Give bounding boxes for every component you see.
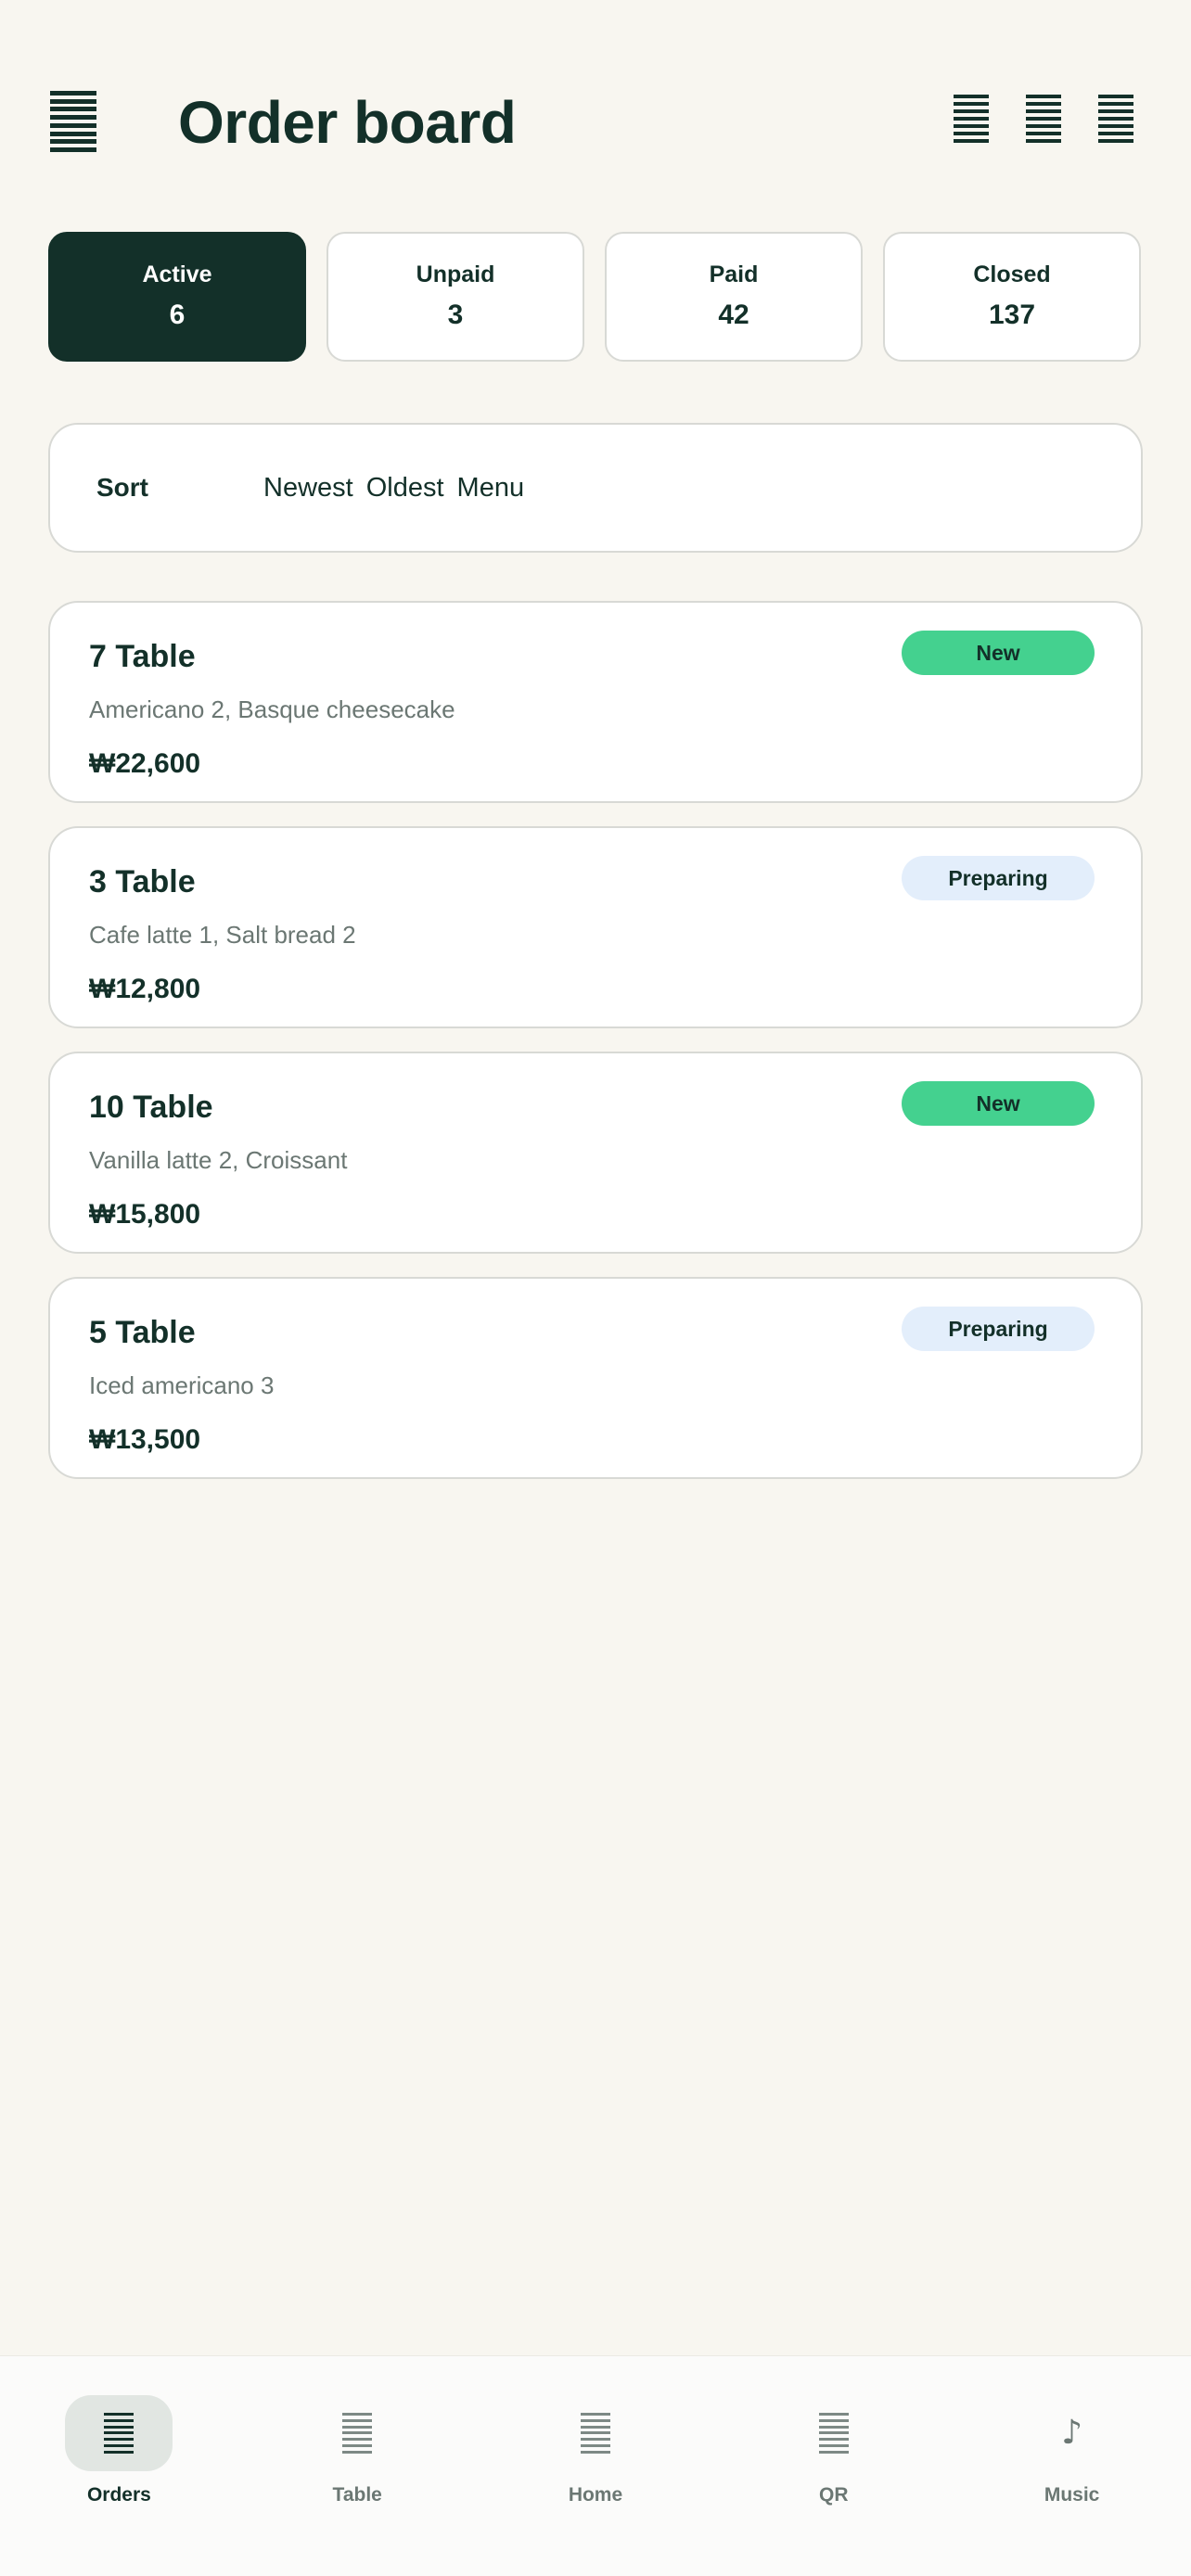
filter-label: Active <box>142 261 212 287</box>
menu-icon <box>50 91 96 152</box>
list-icon <box>954 95 989 143</box>
list-icon <box>1098 95 1133 143</box>
order-price: ₩22,600 <box>89 748 201 779</box>
page-title: Order board <box>178 89 517 156</box>
status-badge: New <box>902 631 1095 675</box>
sort-option-newest[interactable]: Newest <box>263 473 353 504</box>
filter-tab-paid[interactable]: Paid 42 <box>605 232 863 362</box>
order-items: Cafe latte 1, Salt bread 2 <box>89 921 356 949</box>
nav-label: QR <box>819 2484 849 2506</box>
filter-count: 3 <box>447 300 464 330</box>
nav-label: Home <box>568 2484 623 2506</box>
order-price: ₩15,800 <box>89 1199 201 1230</box>
nav-pill <box>303 2395 411 2471</box>
header-actions <box>954 95 1133 143</box>
sort-bar: Sort Newest Oldest Menu <box>48 423 1143 553</box>
status-filter-tabs: Active 6 Unpaid 3 Paid 42 Closed 137 <box>48 232 1143 362</box>
order-items: Vanilla latte 2, Croissant <box>89 1146 348 1174</box>
filter-count: 137 <box>988 300 1036 330</box>
nav-label: Orders <box>86 2484 151 2506</box>
filter-count: 6 <box>169 300 186 330</box>
music-note-icon: ♪ <box>1061 2414 1083 2452</box>
order-table: 10 Table <box>89 1090 213 1125</box>
status-badge: New <box>902 1081 1095 1126</box>
nav-pill <box>780 2395 888 2471</box>
order-card[interactable]: 10 Table New Vanilla latte 2, Croissant … <box>48 1052 1143 1254</box>
order-table: 5 Table <box>89 1315 196 1350</box>
order-card[interactable]: 5 Table Preparing Iced americano 3 ₩13,5… <box>48 1277 1143 1479</box>
order-items: Iced americano 3 <box>89 1371 275 1399</box>
status-badge: Preparing <box>902 1307 1095 1351</box>
sort-label: Sort <box>96 473 148 502</box>
sort-option-menu[interactable]: Menu <box>457 473 525 504</box>
menu-button[interactable] <box>50 91 96 152</box>
order-card[interactable]: 3 Table Preparing Cafe latte 1, Salt bre… <box>48 826 1143 1028</box>
header-action-3[interactable] <box>1098 95 1133 143</box>
filter-label: Closed <box>973 261 1051 287</box>
sort-option-oldest[interactable]: Oldest <box>366 473 444 504</box>
sort-options: Newest Oldest Menu <box>263 473 524 504</box>
filter-label: Paid <box>709 261 759 287</box>
filter-count: 42 <box>718 300 749 330</box>
order-card[interactable]: 7 Table New Americano 2, Basque cheeseca… <box>48 601 1143 803</box>
order-list: 7 Table New Americano 2, Basque cheeseca… <box>48 601 1143 1502</box>
list-icon <box>342 2413 373 2454</box>
nav-item-home[interactable]: Home <box>477 2356 715 2576</box>
header-action-1[interactable] <box>954 95 989 143</box>
filter-tab-closed[interactable]: Closed 137 <box>883 232 1141 362</box>
filter-label: Unpaid <box>416 261 495 287</box>
header-action-2[interactable] <box>1026 95 1061 143</box>
nav-item-table[interactable]: Table <box>238 2356 477 2576</box>
bottom-nav: Orders Table Home QR ♪ Music <box>0 2355 1191 2576</box>
nav-item-orders[interactable]: Orders <box>0 2356 238 2576</box>
header: Order board <box>0 0 1191 213</box>
order-price: ₩12,800 <box>89 974 201 1004</box>
nav-label: Table <box>332 2484 382 2506</box>
nav-item-music[interactable]: ♪ Music <box>953 2356 1191 2576</box>
filter-tab-unpaid[interactable]: Unpaid 3 <box>327 232 584 362</box>
nav-pill: ♪ <box>1018 2395 1126 2471</box>
nav-pill <box>65 2395 173 2471</box>
list-icon <box>1026 95 1061 143</box>
nav-item-qr[interactable]: QR <box>714 2356 953 2576</box>
order-board-screen: Order board Active 6 Unpaid 3 Paid 42 Cl… <box>0 0 1191 2576</box>
list-icon <box>580 2413 610 2454</box>
list-icon <box>104 2413 134 2454</box>
order-table: 3 Table <box>89 864 196 899</box>
list-icon <box>818 2413 849 2454</box>
order-price: ₩13,500 <box>89 1424 201 1455</box>
nav-pill <box>542 2395 649 2471</box>
status-badge: Preparing <box>902 856 1095 900</box>
filter-tab-active[interactable]: Active 6 <box>48 232 306 362</box>
order-items: Americano 2, Basque cheesecake <box>89 695 455 723</box>
order-table: 7 Table <box>89 639 196 674</box>
nav-label: Music <box>1044 2484 1100 2506</box>
